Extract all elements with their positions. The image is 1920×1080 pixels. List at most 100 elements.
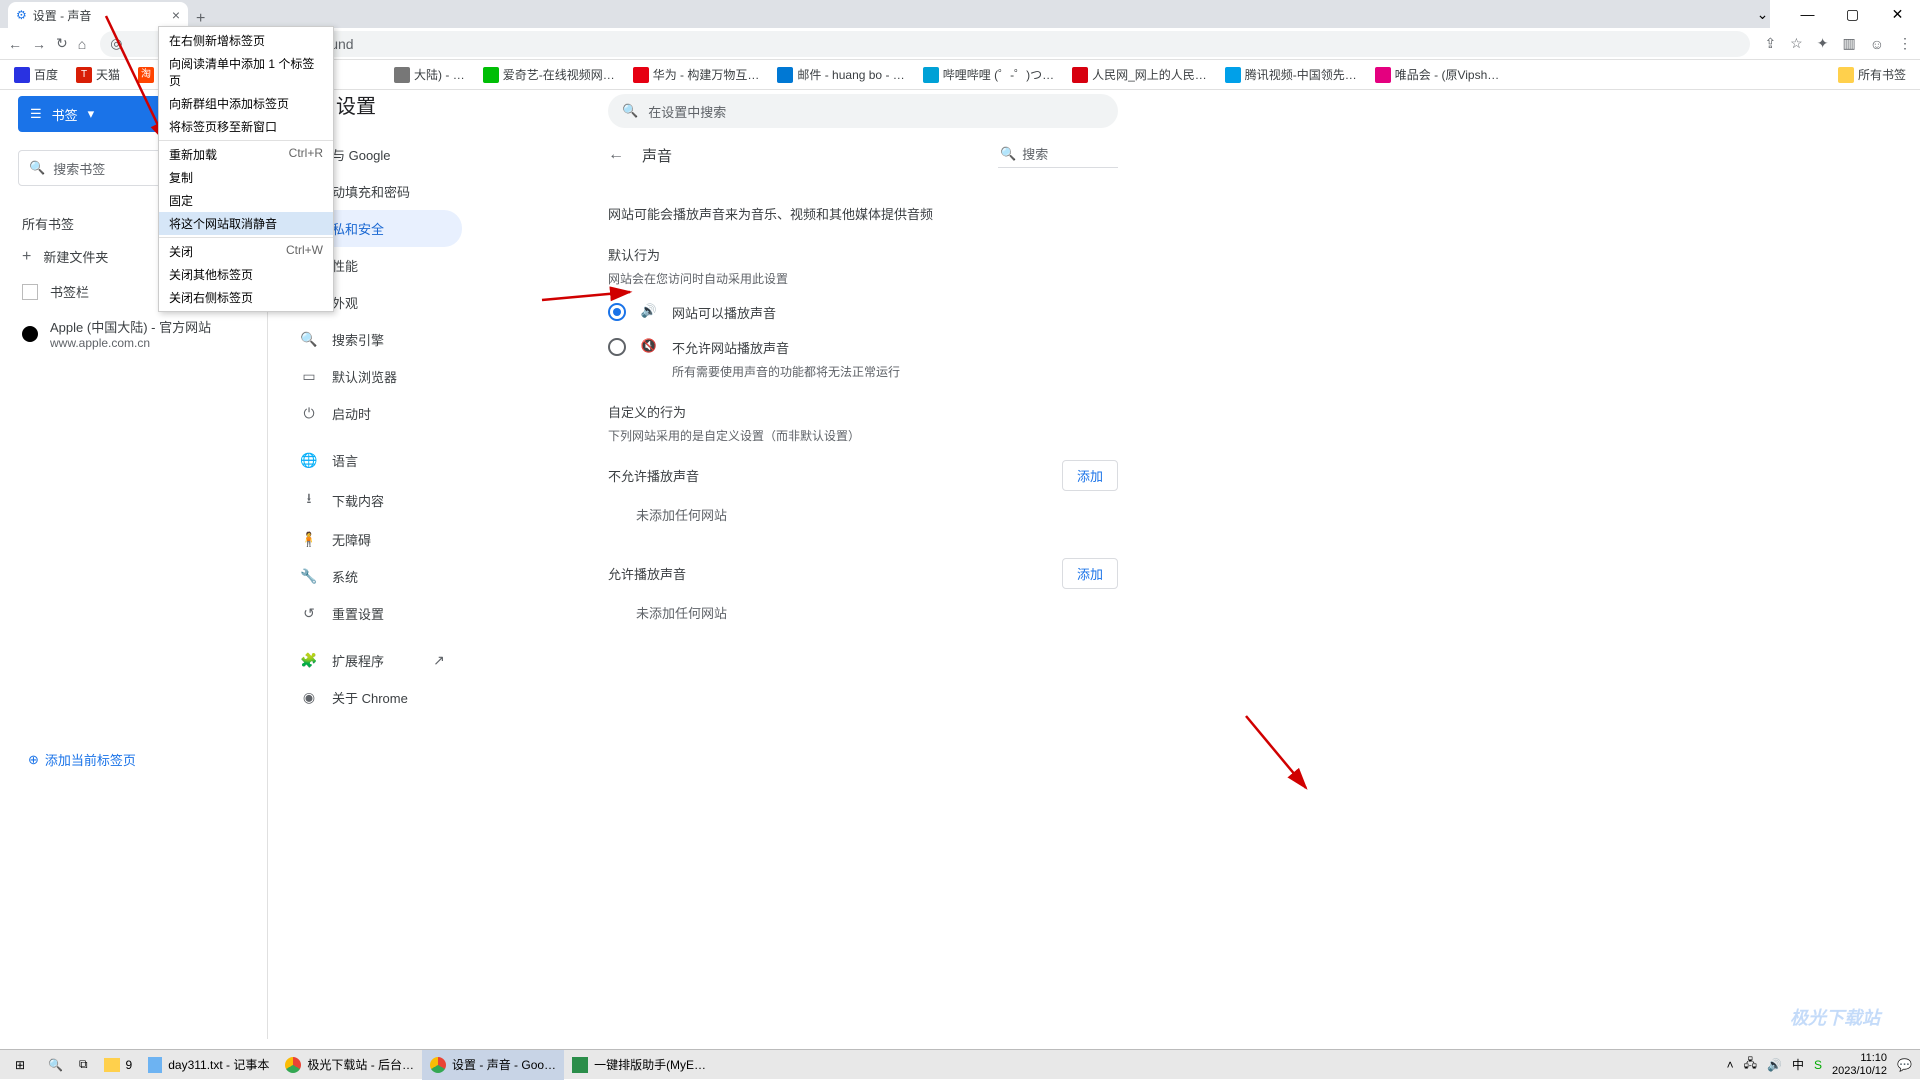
bookmark-item[interactable]: 爱奇艺-在线视频网… — [477, 66, 621, 83]
tray-chevron-icon[interactable]: ˄ — [1727, 1058, 1734, 1072]
power-icon: ⏻ — [300, 405, 318, 422]
profile-icon[interactable]: ☺ — [1870, 36, 1884, 52]
bookmark-item[interactable]: 大陆) - … — [388, 66, 471, 83]
bookmark-list-item[interactable]: Apple (中国大陆) - 官方网站 www.apple.com.cn — [18, 309, 266, 358]
gear-icon: ⚙ — [16, 8, 27, 22]
radio-allow-sound[interactable]: 🔊 网站可以播放声音 — [608, 303, 1118, 322]
taskbar-app-active[interactable]: 设置 - 声音 - Goo… — [422, 1050, 564, 1080]
ctx-new-tab-right[interactable]: 在右侧新增标签页 — [159, 29, 333, 52]
add-current-tab-button[interactable]: ⊕ 添加当前标签页 — [28, 750, 136, 769]
chrome-icon — [430, 1057, 446, 1073]
nav-extensions[interactable]: 🧩扩展程序↗ — [276, 642, 462, 679]
bookmark-item[interactable]: T天猫 — [70, 66, 126, 83]
settings-content: ← 声音 🔍 搜索 网站可能会播放声音来为音乐、视频和其他媒体提供音频 默认行为… — [608, 136, 1118, 630]
window-controls: ⌄ — ▢ ✕ — [1740, 0, 1920, 28]
plus-icon: + — [22, 248, 31, 266]
window-dropdown-icon[interactable]: ⌄ — [1740, 0, 1785, 28]
menu-icon[interactable]: ☰ — [30, 106, 42, 122]
nav-reset[interactable]: ↺重置设置 — [276, 595, 462, 632]
bookmark-item[interactable]: 唯品会 - (原Vipsh… — [1369, 66, 1505, 83]
settings-search[interactable]: 🔍 在设置中搜索 — [608, 94, 1118, 128]
tray-clock[interactable]: 11:10 2023/10/12 — [1832, 1052, 1887, 1076]
menu-icon[interactable]: ⋮ — [1898, 35, 1912, 52]
share-icon[interactable]: ⇪ — [1764, 35, 1776, 52]
content-search[interactable]: 🔍 搜索 — [998, 142, 1118, 168]
nav-home-icon[interactable]: ⌂ — [78, 36, 86, 52]
taskbar-app[interactable]: 一键排版助手(MyE… — [564, 1050, 714, 1080]
taskbar-explorer[interactable]: 9 — [96, 1050, 141, 1080]
chevron-down-icon[interactable]: ▾ — [88, 106, 95, 122]
tray-network-icon[interactable]: 🖧 — [1744, 1054, 1757, 1075]
ctx-add-to-group[interactable]: 向新群组中添加标签页 — [159, 92, 333, 115]
browser-tab-active[interactable]: ⚙ 设置 - 声音 × — [8, 2, 188, 28]
back-icon[interactable]: ← — [608, 146, 624, 164]
taskbar-search[interactable]: 🔍 — [40, 1050, 71, 1080]
page-title: 声音 — [642, 145, 672, 166]
folder-icon — [22, 284, 38, 300]
open-external-icon: ↗ — [430, 652, 448, 669]
nav-on-startup[interactable]: ⏻启动时 — [276, 395, 462, 432]
bookmark-item[interactable]: 哔哩哔哩 (゜-゜)つ… — [917, 66, 1060, 83]
nav-system[interactable]: 🔧系统 — [276, 558, 462, 595]
bookmark-search-placeholder: 搜索书签 — [53, 159, 105, 178]
taskbar-app[interactable]: 极光下载站 - 后台… — [277, 1050, 422, 1080]
omnibox[interactable]: ◎ ound — [100, 31, 1750, 57]
add-allow-site-button[interactable]: 添加 — [1062, 558, 1118, 589]
close-tab-icon[interactable]: × — [172, 7, 180, 23]
windows-taskbar: ⊞ 🔍 ⧉ 9 day311.txt - 记事本 极光下载站 - 后台… 设置 … — [0, 1049, 1920, 1079]
nav-search-engine[interactable]: 🔍搜索引擎 — [276, 321, 462, 358]
apple-icon — [22, 326, 38, 342]
notifications-icon[interactable]: 💬 — [1897, 1058, 1912, 1072]
ctx-close[interactable]: 关闭Ctrl+W — [159, 240, 333, 263]
nav-back-icon[interactable]: ← — [8, 36, 22, 52]
ctx-close-others[interactable]: 关闭其他标签页 — [159, 263, 333, 286]
search-icon: 🔍 — [48, 1058, 63, 1072]
ctx-move-to-window[interactable]: 将标签页移至新窗口 — [159, 115, 333, 138]
nav-accessibility[interactable]: 🧍无障碍 — [276, 521, 462, 558]
bookmark-item[interactable]: 邮件 - huang bo - … — [771, 66, 910, 83]
nav-downloads[interactable]: ⭳下载内容 — [276, 479, 462, 521]
window-maximize-icon[interactable]: ▢ — [1830, 0, 1875, 28]
ctx-reload[interactable]: 重新加载Ctrl+R — [159, 143, 333, 166]
volume-mute-icon: 🔇 — [640, 338, 658, 354]
extensions-icon[interactable]: ✦ — [1817, 35, 1829, 52]
ctx-add-reading-list[interactable]: 向阅读清单中添加 1 个标签页 — [159, 52, 333, 92]
nav-default-browser[interactable]: ▭默认浏览器 — [276, 358, 462, 395]
all-bookmarks-button[interactable]: 所有书签 — [1832, 66, 1912, 83]
default-behavior-hint: 网站会在您访问时自动采用此设置 — [608, 270, 1118, 287]
globe-icon: 🌐 — [300, 452, 318, 469]
browser-tab-strip: ⚙ 设置 - 声音 × + — [0, 0, 1770, 28]
bookmark-item[interactable]: 百度 — [8, 66, 64, 83]
bookmark-item[interactable]: 华为 - 构建万物互… — [627, 66, 766, 83]
window-minimize-icon[interactable]: — — [1785, 0, 1830, 28]
watermark: 极光下载站 — [1790, 1004, 1910, 1044]
ctx-duplicate[interactable]: 复制 — [159, 166, 333, 189]
task-view-button[interactable]: ⧉ — [71, 1050, 96, 1080]
site-info-icon[interactable]: ◎ — [110, 35, 122, 52]
add-block-site-button[interactable]: 添加 — [1062, 460, 1118, 491]
ctx-unmute-site[interactable]: 将这个网站取消静音 — [159, 212, 333, 235]
tray-app-icon[interactable]: S — [1814, 1058, 1822, 1072]
bookmark-item[interactable]: 腾讯视频-中国领先… — [1219, 66, 1363, 83]
sidepanel-icon[interactable]: ▥ — [1842, 35, 1855, 52]
ctx-close-right[interactable]: 关闭右侧标签页 — [159, 286, 333, 309]
nav-reload-icon[interactable]: ↻ — [56, 35, 68, 52]
radio-block-sound[interactable]: 🔇 不允许网站播放声音 所有需要使用声音的功能都将无法正常运行 — [608, 338, 1118, 380]
accessibility-icon: 🧍 — [300, 531, 318, 548]
block-list-header: 不允许播放声音 — [608, 466, 699, 485]
bookmark-item[interactable]: 人民网_网上的人民… — [1066, 66, 1213, 83]
nav-forward-icon[interactable]: → — [32, 36, 46, 52]
nav-languages[interactable]: 🌐语言 — [276, 442, 462, 479]
tray-ime[interactable]: 中 — [1792, 1056, 1804, 1073]
radio-icon[interactable] — [608, 338, 626, 356]
sound-description: 网站可能会播放声音来为音乐、视频和其他媒体提供音频 — [608, 204, 1118, 223]
bookmark-star-icon[interactable]: ☆ — [1790, 35, 1803, 52]
tray-volume-icon[interactable]: 🔊 — [1767, 1058, 1782, 1072]
radio-icon[interactable] — [608, 303, 626, 321]
nav-about[interactable]: ◉关于 Chrome — [276, 679, 462, 716]
window-close-icon[interactable]: ✕ — [1875, 0, 1920, 28]
custom-behavior-header: 自定义的行为 — [608, 402, 1118, 421]
taskbar-app[interactable]: day311.txt - 记事本 — [140, 1050, 277, 1080]
start-button[interactable]: ⊞ — [0, 1058, 40, 1072]
ctx-pin[interactable]: 固定 — [159, 189, 333, 212]
